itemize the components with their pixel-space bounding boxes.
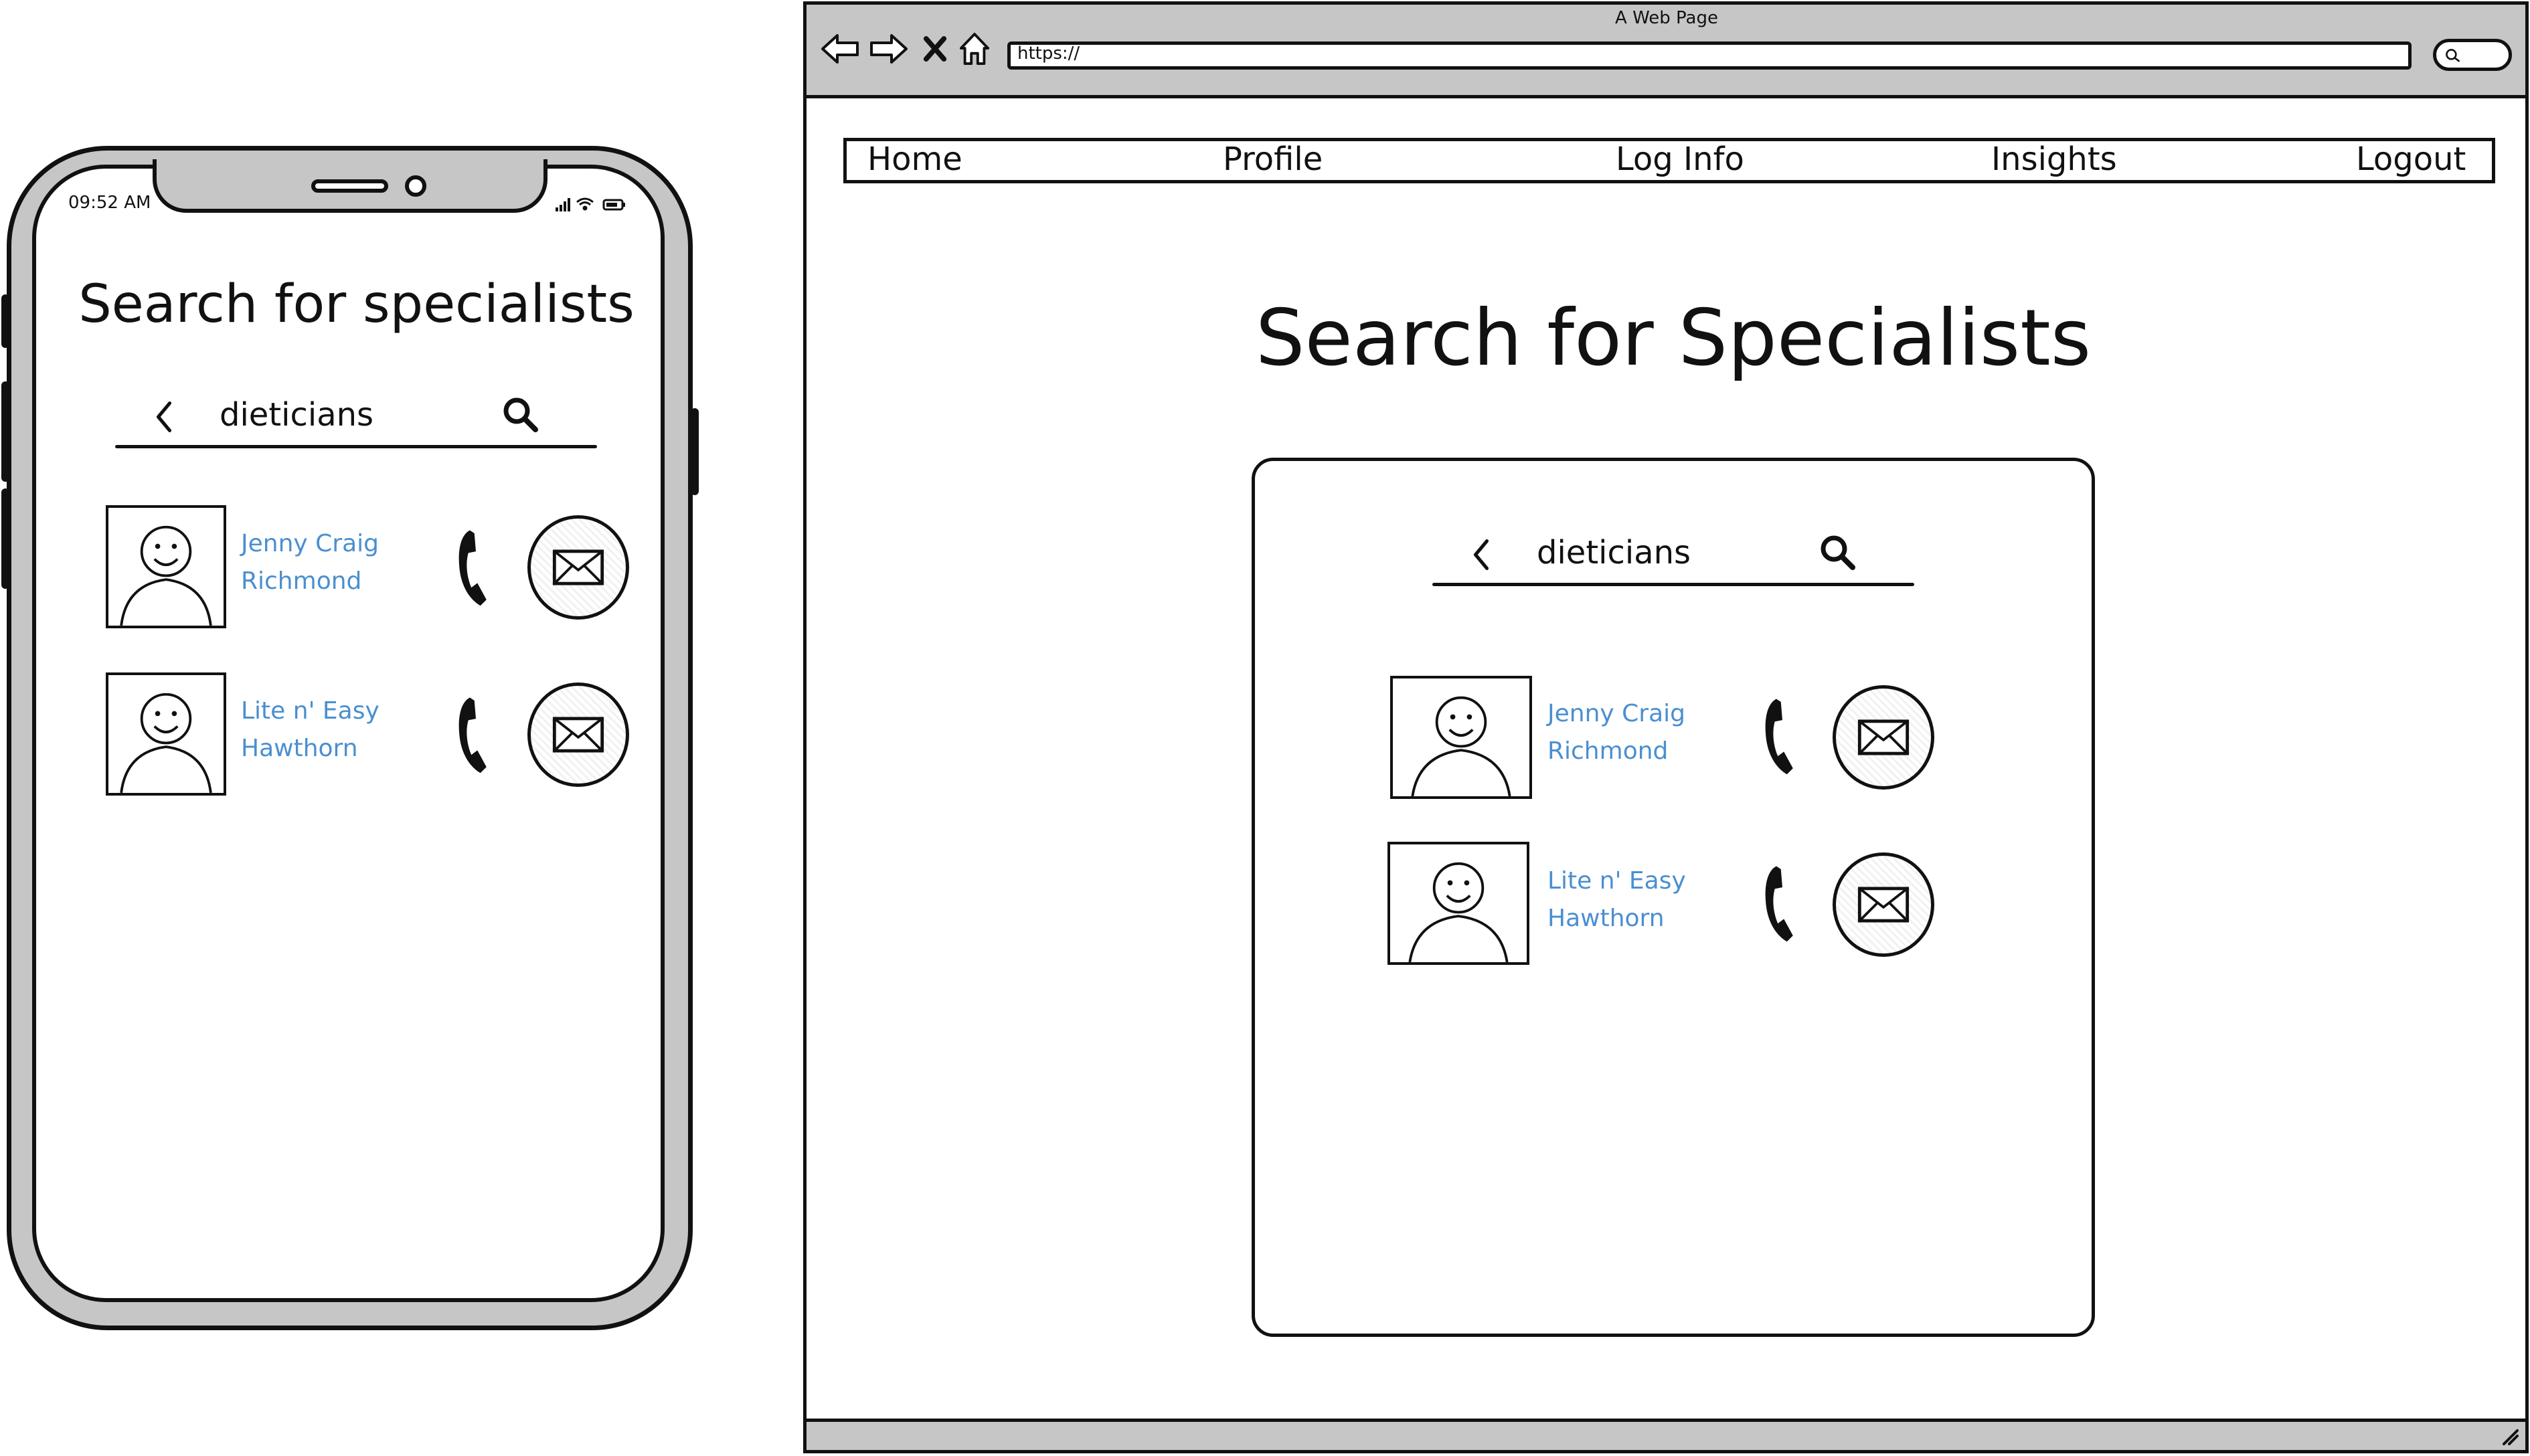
mail-icon — [552, 717, 604, 753]
wifi-icon — [576, 197, 594, 211]
avatar — [1387, 842, 1529, 965]
status-time: 09:52 AM — [68, 193, 151, 213]
back-icon[interactable] — [153, 399, 175, 435]
email-button[interactable] — [1833, 685, 1934, 790]
phone-icon[interactable] — [450, 695, 502, 778]
email-button[interactable] — [527, 682, 629, 787]
search-input[interactable]: dieticians — [220, 396, 373, 434]
email-button[interactable] — [527, 515, 629, 620]
phone-icon[interactable] — [450, 527, 502, 610]
phone-volume-up — [1, 381, 9, 482]
browser-status-bar — [803, 1419, 2529, 1453]
nav-profile[interactable]: Profile — [1223, 141, 1323, 178]
result-name[interactable]: Jenny Craig — [1547, 700, 1685, 727]
result-name[interactable]: Jenny Craig — [241, 530, 379, 557]
window-title: A Web Page — [1615, 8, 1718, 28]
nav-log-info[interactable]: Log Info — [1616, 141, 1744, 178]
address-bar[interactable] — [1007, 41, 2412, 70]
nav-logout[interactable]: Logout — [2356, 141, 2466, 178]
mail-icon — [1857, 719, 1910, 755]
search-icon[interactable] — [501, 395, 541, 435]
page-title: Search for Specialists — [1255, 293, 2092, 383]
search-input[interactable]: dieticians — [1537, 534, 1691, 571]
search-icon[interactable] — [1818, 533, 1858, 573]
avatar-icon — [120, 693, 212, 793]
search-underline — [115, 445, 597, 448]
phone-side-button — [1, 294, 9, 348]
search-bar[interactable]: dieticians — [1432, 525, 1914, 586]
phone-camera — [405, 175, 426, 197]
result-city: Hawthorn — [1547, 905, 1665, 932]
home-icon[interactable] — [958, 31, 991, 67]
phone-volume-down — [1, 488, 9, 589]
mail-icon — [1857, 887, 1910, 923]
search-bar[interactable]: dieticians — [115, 387, 597, 448]
email-button[interactable] — [1833, 852, 1934, 957]
back-icon[interactable] — [820, 32, 860, 66]
status-icons — [556, 197, 625, 211]
avatar-icon — [1408, 862, 1509, 962]
nav-insights[interactable]: Insights — [1991, 141, 2117, 178]
phone-icon[interactable] — [1756, 696, 1808, 779]
avatar-icon — [120, 525, 212, 626]
close-icon[interactable] — [922, 35, 948, 63]
result-city: Richmond — [241, 567, 362, 595]
mail-icon — [552, 549, 604, 585]
search-underline — [1432, 583, 1914, 586]
phone-power-button — [691, 408, 699, 495]
url-text[interactable]: https:// — [1017, 43, 1080, 64]
back-icon[interactable] — [1470, 537, 1493, 573]
nav-home[interactable]: Home — [867, 141, 962, 178]
avatar — [106, 505, 226, 628]
result-city: Richmond — [1547, 737, 1669, 765]
results-card — [1252, 458, 2095, 1337]
page-title: Search for specialists — [78, 274, 635, 335]
phone-icon[interactable] — [1756, 863, 1808, 946]
result-city: Hawthorn — [241, 735, 358, 762]
resize-grip-icon[interactable] — [2500, 1427, 2520, 1447]
browser-search[interactable] — [2433, 39, 2512, 71]
forward-icon[interactable] — [869, 32, 909, 66]
avatar — [1390, 676, 1532, 799]
search-icon — [2446, 49, 2460, 62]
avatar — [106, 672, 226, 796]
signal-icon — [556, 198, 570, 211]
avatar-icon — [1411, 696, 1511, 796]
phone-speaker — [311, 179, 388, 193]
battery-icon — [602, 199, 625, 211]
result-name[interactable]: Lite n' Easy — [241, 697, 380, 725]
result-name[interactable]: Lite n' Easy — [1547, 867, 1686, 895]
